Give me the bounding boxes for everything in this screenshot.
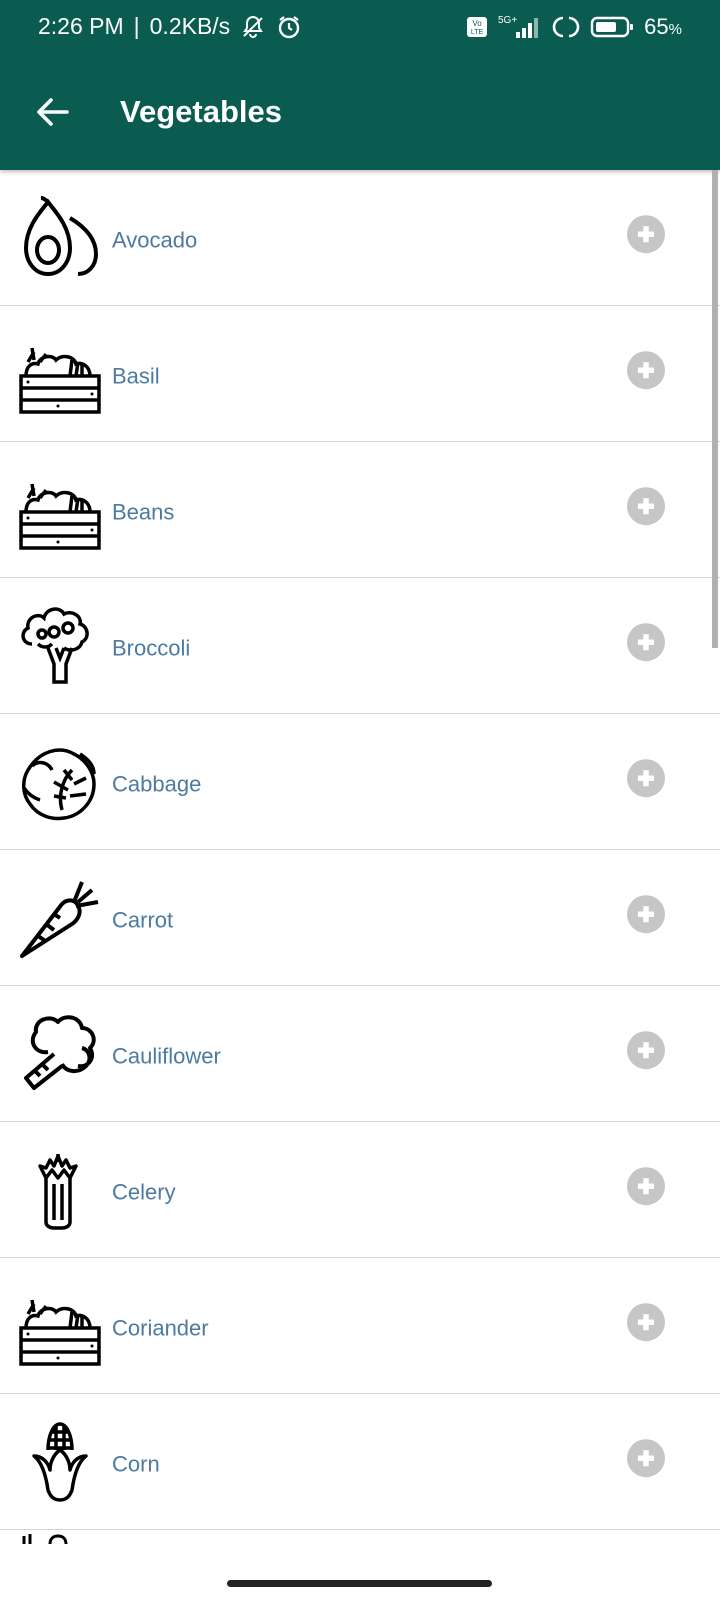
carrot-icon xyxy=(20,880,99,958)
add-button[interactable] xyxy=(627,1030,665,1069)
plus-icon xyxy=(638,497,654,514)
svg-text:Vo: Vo xyxy=(473,19,483,28)
partial-item-icon xyxy=(22,1534,68,1544)
list-item-label: Carrot xyxy=(112,907,174,933)
add-button[interactable] xyxy=(627,350,665,389)
svg-text:LTE: LTE xyxy=(471,29,484,36)
list-item-corn[interactable]: Corn xyxy=(0,1394,720,1530)
list-item-celery[interactable]: Celery xyxy=(0,1122,720,1258)
add-button[interactable] xyxy=(627,1166,665,1205)
plus-icon xyxy=(638,1449,654,1466)
list-item-label: Basil xyxy=(112,363,160,389)
list-item-basil[interactable]: Basil xyxy=(0,306,720,442)
status-bar: 2:26 PM | 0.2KB/s Vo LTE 5G+ 65% xyxy=(0,0,720,53)
list-item-label: Cauliflower xyxy=(112,1043,221,1069)
vegetable-crate-icon xyxy=(19,347,101,414)
battery-level: 65% xyxy=(644,13,682,39)
list-item-label: Celery xyxy=(112,1179,176,1205)
volte-icon: Vo LTE xyxy=(466,16,488,38)
celery-icon xyxy=(38,1153,78,1230)
vegetable-crate-icon xyxy=(19,483,101,550)
partial-list-item xyxy=(0,1532,720,1572)
add-button[interactable] xyxy=(627,214,665,253)
list-item-label: Avocado xyxy=(112,227,198,253)
plus-icon xyxy=(638,905,654,922)
scrollbar-thumb[interactable] xyxy=(712,170,718,648)
status-time: 2:26 PM xyxy=(38,13,124,39)
alarm-icon xyxy=(276,14,302,40)
plus-icon xyxy=(638,361,654,378)
list-item-carrot[interactable]: Carrot xyxy=(0,850,720,986)
corn-icon xyxy=(32,1421,88,1502)
list-item-label: Coriander xyxy=(112,1315,209,1341)
list-item-cabbage[interactable]: Cabbage xyxy=(0,714,720,850)
list-item-beans[interactable]: Beans xyxy=(0,442,720,578)
sync-icon xyxy=(552,14,580,40)
arrow-left-icon xyxy=(37,97,69,126)
list-item-label: Broccoli xyxy=(112,635,191,661)
plus-icon xyxy=(638,1313,654,1330)
plus-icon xyxy=(638,1177,654,1194)
home-gesture-bar[interactable] xyxy=(227,1580,492,1587)
back-button[interactable] xyxy=(22,82,82,142)
list-item-label: Cabbage xyxy=(112,771,202,797)
network-type: 5G+ xyxy=(498,15,517,26)
list-item-broccoli[interactable]: Broccoli xyxy=(0,578,720,714)
list-item-coriander[interactable]: Coriander xyxy=(0,1258,720,1394)
broccoli-icon xyxy=(21,606,89,684)
list-item-label: Beans xyxy=(112,499,175,525)
status-network-speed: 0.2KB/s xyxy=(149,13,231,39)
add-button[interactable] xyxy=(627,486,665,525)
mute-icon xyxy=(240,14,266,40)
vegetable-list: Avocado Basil Beans Broccoli Cabbage Car… xyxy=(0,170,720,1530)
plus-icon xyxy=(638,769,654,786)
list-item-avocado[interactable]: Avocado xyxy=(0,170,720,306)
add-button[interactable] xyxy=(627,1438,665,1477)
app-bar: Vegetables xyxy=(0,53,720,170)
page-title: Vegetables xyxy=(120,93,282,129)
plus-icon xyxy=(638,1041,654,1058)
add-button[interactable] xyxy=(627,622,665,661)
cauliflower-icon xyxy=(24,1014,96,1090)
vegetable-crate-icon xyxy=(19,1299,101,1366)
avocado-icon xyxy=(23,195,99,276)
signal-icon: 5G+ xyxy=(498,14,542,40)
add-button[interactable] xyxy=(627,894,665,933)
list-item-cauliflower[interactable]: Cauliflower xyxy=(0,986,720,1122)
plus-icon xyxy=(638,633,654,650)
plus-icon xyxy=(638,225,654,242)
cabbage-icon xyxy=(22,748,96,820)
battery-icon xyxy=(590,15,634,39)
list-item-label: Corn xyxy=(112,1451,160,1477)
add-button[interactable] xyxy=(627,1302,665,1341)
add-button[interactable] xyxy=(627,758,665,797)
status-separator: | xyxy=(133,13,140,39)
